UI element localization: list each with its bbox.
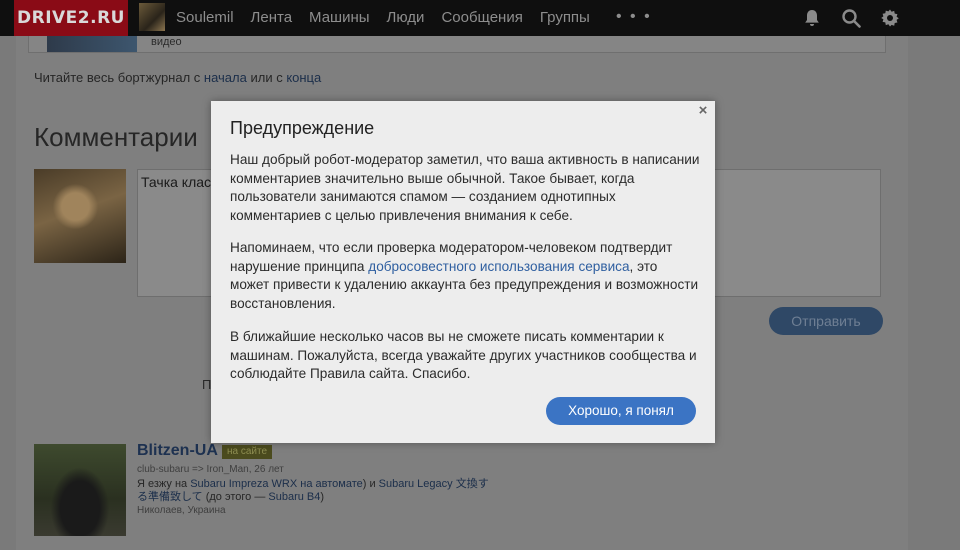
read-journal-or: или с — [246, 70, 287, 85]
read-journal-line: Читайте весь бортжурнал с начала или с к… — [34, 70, 321, 85]
user-location: Николаев, Украина — [137, 505, 226, 516]
more-menu-button[interactable]: • • • — [616, 0, 652, 34]
user-avatar[interactable] — [139, 3, 165, 31]
nav-item-feed[interactable]: Лента — [251, 0, 293, 36]
read-from-end-link[interactable]: конца — [286, 70, 321, 85]
close-icon[interactable]: × — [696, 103, 710, 119]
nav-item-groups[interactable]: Группы — [540, 0, 590, 36]
gear-icon[interactable] — [880, 8, 900, 28]
nav-menu: Soulemil Лента Машины Люди Сообщения Гру… — [176, 0, 607, 36]
search-icon[interactable] — [841, 8, 861, 28]
dialog-paragraph-2: Напоминаем, что если проверка модераторо… — [230, 239, 700, 314]
user-car-link-3[interactable]: Subaru B4 — [268, 491, 320, 503]
read-journal-text: Читайте весь бортжурнал с — [34, 70, 204, 85]
comments-heading: Комментарии — [34, 122, 198, 152]
read-from-start-link[interactable]: начала — [204, 70, 247, 85]
nav-item-people[interactable]: Люди — [387, 0, 425, 36]
user-about: Я езжу на Subaru Impreza WRX на автомате… — [137, 478, 497, 504]
nav-item-messages[interactable]: Сообщения — [441, 0, 522, 36]
warning-dialog: × Предупреждение Наш добрый робот-модера… — [211, 101, 715, 443]
top-navigation-bar: DRIVE2.RU Soulemil Лента Машины Люди Соо… — [0, 0, 960, 36]
commenter-avatar[interactable] — [34, 169, 126, 263]
previous-post-card: видео — [28, 36, 886, 53]
ok-understood-button[interactable]: Хорошо, я понял — [546, 397, 696, 425]
partial-text: П — [202, 377, 212, 392]
previous-post-caption: видео — [151, 36, 182, 48]
user-about-text: ) и — [362, 478, 379, 490]
user-about-text: Я езжу на — [137, 478, 191, 490]
online-status-badge: на сайте — [222, 445, 273, 459]
user-about-text: (до этого — — [202, 491, 269, 503]
user-meta: club-subaru => Iron_Man, 26 лет — [137, 464, 284, 475]
user-car-photo[interactable] — [34, 444, 126, 536]
user-car-link-1[interactable]: Subaru Impreza WRX на автомате — [190, 478, 363, 490]
nav-item-cars[interactable]: Машины — [309, 0, 369, 36]
previous-post-thumbnail[interactable] — [47, 36, 137, 52]
user-name-link[interactable]: Blitzen-UA — [137, 442, 218, 460]
nav-item-profile[interactable]: Soulemil — [176, 0, 234, 36]
dialog-title: Предупреждение — [230, 118, 375, 138]
send-comment-button[interactable]: Отправить — [769, 307, 883, 335]
fair-use-link[interactable]: добросовестного использования сервиса — [368, 259, 629, 274]
dialog-paragraph-1: Наш добрый робот-модератор заметил, что … — [230, 152, 700, 224]
site-logo[interactable]: DRIVE2.RU — [14, 0, 128, 36]
dialog-paragraph-3: В ближайшие несколько часов вы не сможет… — [230, 329, 697, 382]
bell-icon[interactable] — [802, 8, 822, 28]
user-about-text: ) — [320, 491, 325, 503]
